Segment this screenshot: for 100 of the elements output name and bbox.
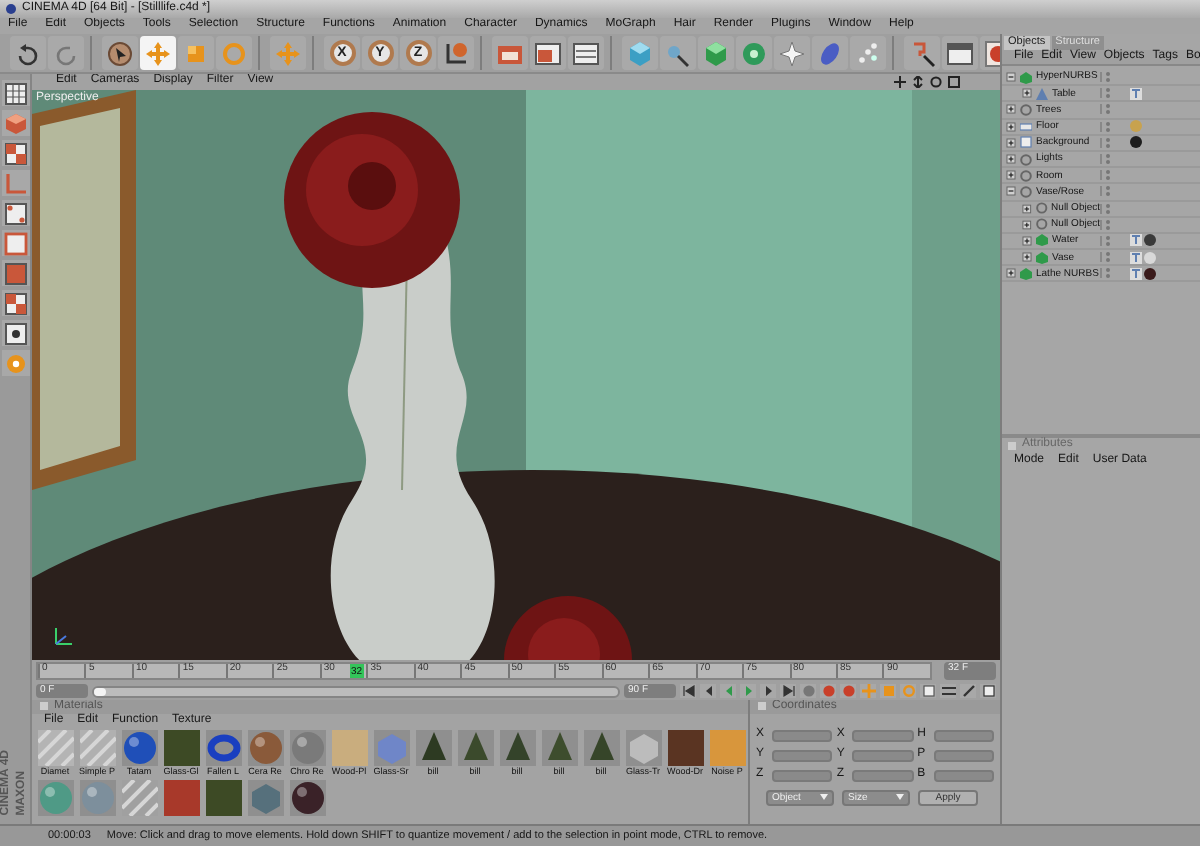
playback-button[interactable] (960, 684, 976, 699)
rotate-circle-icon (220, 39, 248, 67)
shaded-cube-icon (702, 39, 730, 67)
number-field[interactable] (772, 769, 833, 782)
material-swatch[interactable] (78, 779, 116, 816)
playback-button[interactable] (980, 684, 996, 699)
particles-button[interactable] (850, 36, 886, 70)
render-settings-button[interactable] (568, 36, 604, 70)
material-swatch[interactable] (288, 779, 326, 816)
selection-cursor-icon (106, 39, 134, 67)
number-field[interactable] (852, 729, 914, 742)
background-icon (1020, 136, 1032, 149)
material-swatch[interactable] (204, 779, 242, 816)
expand-toggle-icon[interactable] (1006, 121, 1016, 132)
expand-toggle-icon[interactable] (1006, 268, 1016, 279)
material-preview-icon (583, 729, 619, 766)
dots-icon (854, 39, 882, 67)
phong-tag-icon (1130, 267, 1142, 280)
checker-icon (3, 141, 27, 165)
playback-button[interactable] (940, 684, 956, 699)
expand-toggle-icon[interactable] (1006, 104, 1016, 115)
undo-button[interactable] (10, 36, 46, 70)
layout-icon (981, 684, 995, 699)
phong-tag-icon (1130, 251, 1142, 264)
app-icon (6, 4, 16, 14)
material-preview-icon (121, 729, 157, 766)
phong-tag-icon (1130, 234, 1142, 247)
scale-square-icon (881, 684, 895, 699)
phong-tag-icon (1130, 87, 1142, 100)
mode-button[interactable] (1, 320, 29, 346)
range-slider-handle[interactable] (94, 687, 106, 696)
material-swatch[interactable] (162, 779, 200, 816)
expand-toggle-icon[interactable] (1006, 186, 1016, 197)
render-picture-button[interactable] (530, 36, 566, 70)
playback-button[interactable] (680, 684, 696, 699)
layout-button[interactable] (942, 36, 978, 70)
leaf-icon (816, 39, 844, 67)
playback-button[interactable] (780, 684, 796, 699)
number-field[interactable] (933, 749, 994, 762)
number-field[interactable] (772, 729, 833, 742)
pointer-button[interactable] (904, 36, 940, 70)
material-swatch[interactable] (246, 779, 284, 816)
dots-icon (3, 321, 27, 345)
deformer-button[interactable] (774, 36, 810, 70)
panel-toggle-icon (758, 702, 766, 711)
move-arrows-icon (144, 39, 172, 67)
number-field[interactable] (852, 749, 914, 762)
expand-toggle-icon[interactable] (1006, 170, 1016, 181)
mode-button[interactable] (1, 290, 29, 316)
grid-icon (3, 81, 27, 105)
material-swatch[interactable] (36, 779, 74, 816)
expand-toggle-icon[interactable] (1022, 235, 1032, 246)
null-object-icon (1020, 103, 1032, 116)
material-preview-icon (331, 729, 367, 766)
number-field[interactable] (933, 729, 994, 742)
expand-toggle-icon[interactable] (1022, 88, 1032, 99)
world-button[interactable] (438, 36, 474, 70)
material-preview-icon (541, 729, 577, 766)
number-field[interactable] (852, 769, 914, 782)
material-preview-icon (709, 729, 745, 766)
expand-toggle-icon[interactable] (1022, 203, 1032, 214)
go-to-start-icon (681, 684, 695, 699)
gear-icon (740, 39, 768, 67)
material-preview-icon (79, 729, 115, 766)
spline-button[interactable] (660, 36, 696, 70)
move-arrows-icon (894, 76, 906, 88)
expand-toggle-icon[interactable] (1022, 252, 1032, 263)
axis-gizmo-icon (52, 623, 76, 648)
up-down-arrow-icon (912, 76, 924, 88)
material-swatch[interactable] (120, 779, 158, 816)
nurbs-object-icon (1020, 71, 1032, 84)
number-field[interactable] (933, 769, 994, 782)
edges-icon (3, 231, 27, 255)
expand-toggle-icon[interactable] (1006, 154, 1016, 165)
caret-icon (896, 794, 904, 801)
expand-toggle-icon[interactable] (1022, 219, 1032, 230)
select-button[interactable] (102, 36, 138, 70)
mode-button[interactable] (1, 200, 29, 226)
render-view-button[interactable] (492, 36, 528, 70)
environment-button[interactable] (812, 36, 848, 70)
material-preview-icon (373, 729, 409, 766)
layout-window-icon (946, 39, 974, 67)
panel-toggle-icon (40, 702, 48, 711)
expand-toggle-icon[interactable] (1006, 72, 1016, 83)
expand-toggle-icon[interactable] (1006, 137, 1016, 148)
mode-button[interactable] (1, 140, 29, 166)
mode-button[interactable] (1, 80, 29, 106)
caret-icon (820, 794, 828, 801)
playback-button[interactable] (700, 684, 716, 699)
playback-button[interactable] (760, 684, 776, 699)
playback-button[interactable] (920, 684, 936, 699)
next-frame-icon (761, 684, 775, 699)
number-field[interactable] (772, 749, 833, 762)
play-backward-icon (721, 684, 735, 699)
render-window-icon (534, 39, 562, 67)
material-preview-icon (205, 729, 241, 766)
floor-icon (1020, 120, 1032, 133)
array-button[interactable] (736, 36, 772, 70)
material-preview-icon (625, 729, 661, 766)
material-preview-icon (205, 779, 241, 816)
